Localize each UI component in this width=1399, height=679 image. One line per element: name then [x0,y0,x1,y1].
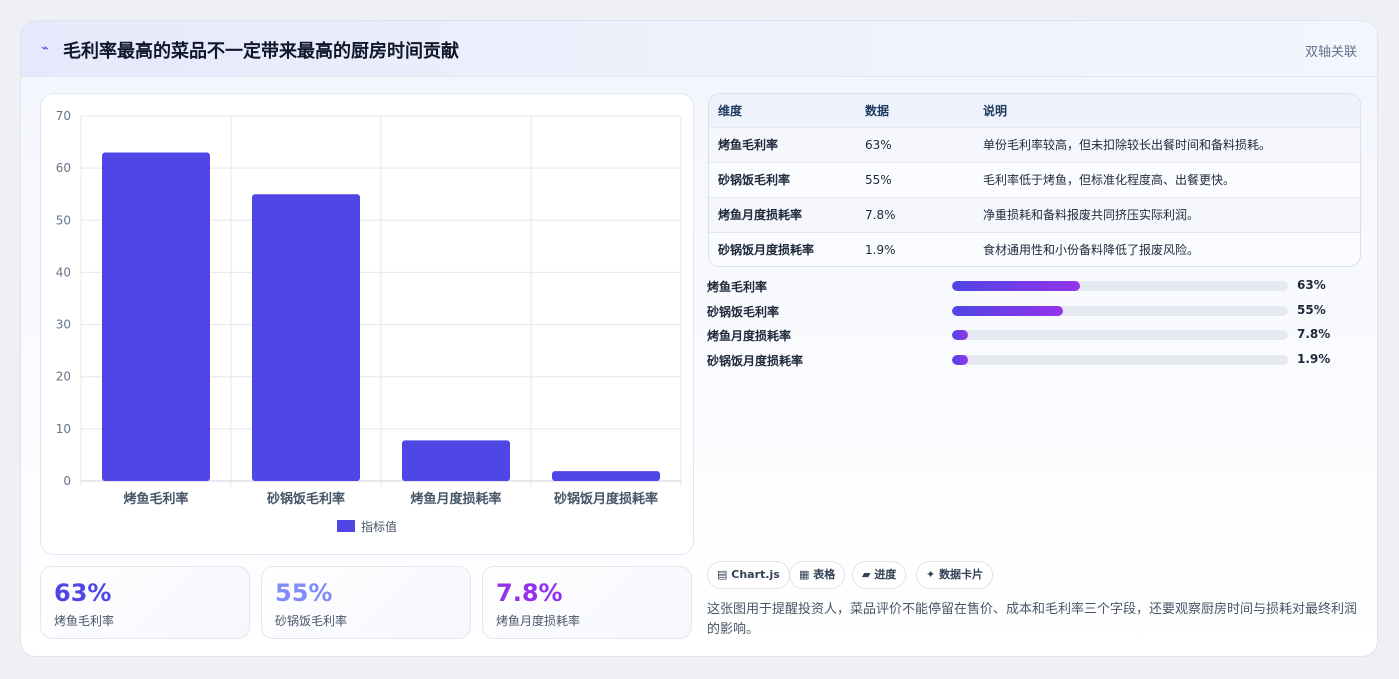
bar-chart: 0 10 20 30 40 50 60 70 烤鱼毛利率 砂锅饭毛利率 烤鱼月度损耗率 砂锅饭月度损耗… [56,109,682,534]
stat-card: 7.8% 烤鱼月度损耗率 [482,566,692,639]
progress-row: 烤鱼月度损耗率 7.8% [707,325,1347,345]
progress-value: 63% [1297,278,1326,292]
progress-value: 55% [1297,303,1326,317]
x-tick-label: 烤鱼月度损耗率 [410,491,501,507]
stat-label: 烤鱼毛利率 [54,614,115,628]
x-tick-label: 烤鱼毛利率 [123,491,188,507]
y-tick-label: 40 [56,265,71,279]
legend-swatch[interactable] [337,520,355,532]
progress-row: 砂锅饭毛利率 55% [707,301,1347,321]
table-cell-dimension: 烤鱼月度损耗率 [718,208,803,222]
header-tag: 双轴关联 [1304,45,1357,60]
card-header: ⌁ 毛利率最高的菜品不一定带来最高的厨房时间贡献 双轴关联 [21,21,1377,77]
progress-track [952,306,1288,316]
table-header-row: 维度 数据 说明 [709,94,1360,127]
progress-track [952,281,1288,291]
sparkline-icon: ⌁ [41,41,49,56]
legend-label[interactable]: 指标值 [361,519,397,534]
stat-label: 烤鱼月度损耗率 [496,614,581,628]
bar[interactable] [552,471,660,481]
chip-label: Chart.js [731,568,780,581]
chip-chart[interactable]: ▤ Chart.js [707,561,790,589]
progress-label: 砂锅饭毛利率 [707,305,780,319]
chip-label: 表格 [813,568,836,581]
x-tick-label: 砂锅饭毛利率 [266,491,345,507]
chart-icon: ▤ [717,568,728,581]
progress-value: 1.9% [1297,352,1331,366]
table-row: 烤鱼毛利率 63% 单份毛利率较高，但未扣除较长出餐时间和备料损耗。 [709,127,1360,162]
table-header-data: 数据 [865,103,890,118]
y-tick-label: 20 [56,370,71,384]
table-row: 砂锅饭毛利率 55% 毛利率低于烤鱼，但标准化程度高、出餐更快。 [709,162,1360,197]
progress-label: 砂锅饭月度损耗率 [707,354,804,368]
table-cell-dimension: 烤鱼毛利率 [718,138,779,152]
table-cell-note: 毛利率低于烤鱼，但标准化程度高、出餐更快。 [983,173,1236,187]
table-icon: ▦ [799,568,810,581]
bar[interactable] [252,194,360,481]
progress-value: 7.8% [1297,327,1331,341]
table-row: 砂锅饭月度损耗率 1.9% 食材通用性和小份备料降低了报废风险。 [709,232,1360,266]
stat-value: 63% [54,579,112,607]
bar-chart-panel: 0 10 20 30 40 50 60 70 烤鱼毛利率 砂锅饭毛利率 烤鱼月度损耗率 砂锅饭月度损耗… [40,93,694,555]
progress-label: 烤鱼毛利率 [707,280,768,294]
bar[interactable] [402,440,510,481]
chip-sparkle[interactable]: ✦ 数据卡片 [916,561,994,589]
table-cell-note: 净重损耗和备料报废共同挤压实际利润。 [983,208,1200,222]
page-title: 毛利率最高的菜品不一定带来最高的厨房时间贡献 [63,41,459,62]
chip-label: 数据卡片 [939,568,984,581]
y-tick-label: 10 [56,422,71,436]
progress-track [952,355,1288,365]
y-tick-label: 50 [56,213,71,227]
stat-value: 7.8% [496,579,563,607]
table-header-dimension: 维度 [718,103,743,118]
y-tick-label: 60 [56,161,71,175]
chip-table[interactable]: ▦ 表格 [789,561,846,589]
stat-card: 63% 烤鱼毛利率 [40,566,250,639]
table-header-note: 说明 [983,103,1008,118]
table-cell-note: 食材通用性和小份备料降低了报废风险。 [983,243,1200,258]
table-cell-note: 单份毛利率较高，但未扣除较长出餐时间和备料损耗。 [983,138,1272,152]
progress-fill [952,355,968,365]
table-cell-data: 63% [865,137,892,152]
y-tick-label: 30 [56,318,71,332]
stat-value: 55% [275,579,333,607]
table-cell-dimension: 砂锅饭毛利率 [718,173,791,187]
y-tick-label: 0 [63,474,71,488]
progress-track [952,330,1288,340]
bar[interactable] [102,152,210,482]
table-row: 烤鱼月度损耗率 7.8% 净重损耗和备料报废共同挤压实际利润。 [709,197,1360,232]
table-cell-dimension: 砂锅饭月度损耗率 [718,243,815,258]
progress-row: 烤鱼毛利率 63% [707,276,1347,296]
table-cell-data: 7.8% [865,207,896,222]
table-cell-data: 1.9% [865,242,896,257]
dashboard-card: ⌁ 毛利率最高的菜品不一定带来最高的厨房时间贡献 双轴关联 0 10 20 30 40 5… [20,20,1378,657]
progress-fill [952,281,1080,291]
progress-fill [952,306,1063,316]
footnote: 这张图用于提醒投资人，菜品评价不能停留在售价、成本和毛利率三个字段，还要观察厨房… [707,602,1358,637]
progress-label: 烤鱼月度损耗率 [707,329,792,343]
chip-label: 进度 [874,568,897,581]
progress-row: 砂锅饭月度损耗率 1.9% [707,350,1347,370]
progress-icon: ▰ [862,568,871,581]
y-tick-label: 70 [56,109,71,123]
table-cell-data: 55% [865,172,892,187]
stat-card: 55% 砂锅饭毛利率 [261,566,471,639]
stat-label: 砂锅饭毛利率 [275,614,348,628]
progress-fill [952,330,968,340]
sparkle-icon: ✦ [926,568,936,581]
data-table: 维度 数据 说明 烤鱼毛利率 63% 单份毛利率较高，但未扣除较长出餐时间和备料… [708,93,1361,267]
chip-progress[interactable]: ▰ 进度 [852,561,907,589]
x-tick-label: 砂锅饭月度损耗率 [553,491,658,507]
